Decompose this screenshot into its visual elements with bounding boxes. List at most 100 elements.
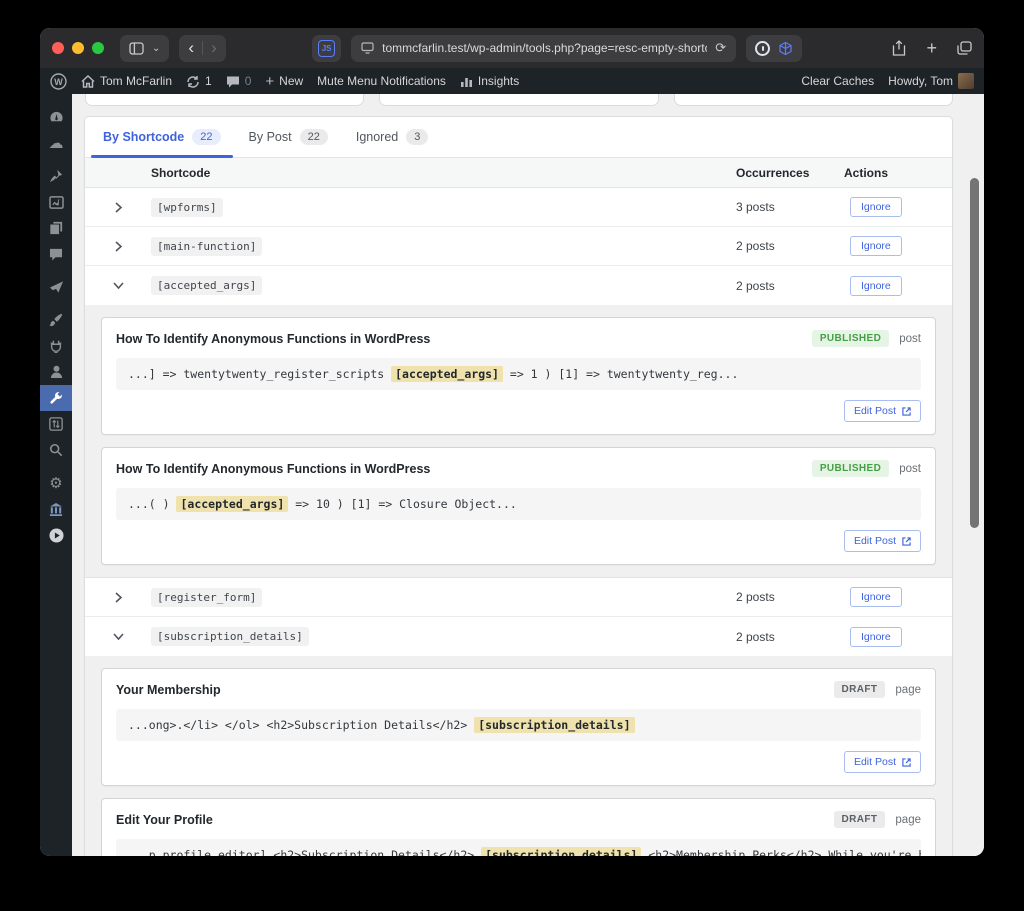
occurrences-value: 2 posts [736,278,775,293]
onepassword-icon[interactable] [755,40,771,56]
wp-logo-icon[interactable]: W [50,72,67,90]
sidebar-item-jetpack[interactable]: ☁ [40,130,72,156]
post-title: Your Membership [116,682,221,697]
chevron-right-icon[interactable] [114,201,123,213]
minimize-button[interactable] [72,42,84,54]
zoom-button[interactable] [92,42,104,54]
new-content-menu-item[interactable]: + New [265,73,303,90]
ignore-button[interactable]: Ignore [850,626,902,647]
sidebar-toggle-icon[interactable] [129,41,144,55]
js-extension-button[interactable]: JS [312,34,342,62]
dashboard-gauge-icon [49,111,63,121]
sidebar-item-users[interactable] [40,359,72,385]
sidebar-item-posts[interactable] [40,163,72,189]
divider [202,41,204,55]
sidebar-item-videopress[interactable] [40,522,72,548]
sidebar-item-plugins[interactable] [40,333,72,359]
chevron-right-icon[interactable] [114,240,123,252]
home-icon [81,74,95,88]
code-match-highlight: [accepted_args] [391,366,503,382]
tab-label: By Post [248,130,292,144]
post-title: How To Identify Anonymous Functions in W… [116,331,431,346]
table-row: [accepted_args] 2 posts Ignore [85,266,952,305]
cube-extension-icon[interactable] [778,41,793,56]
ignore-button[interactable]: Ignore [850,236,902,256]
post-type-label: post [899,332,921,345]
table-header: Shortcode Occurrences Actions [85,158,952,188]
sidebar-item-media[interactable] [40,189,72,215]
sidebar-item-comments[interactable] [40,241,72,267]
tab-count-badge: 3 [406,129,429,145]
external-link-icon [902,536,911,546]
column-header-occurrences: Occurrences [736,165,810,180]
occurrences-value: 3 posts [736,200,775,214]
page-settings-icon[interactable] [361,42,374,54]
post-type-label: page [895,813,921,826]
search-icon [49,443,63,457]
sidebar-item-deploy[interactable]: ⚙ [40,470,72,496]
shortcode-chip: [register_form] [151,587,263,607]
share-icon[interactable] [892,40,906,56]
edit-post-label: Edit Post [853,535,896,547]
stat-boxes-row [85,94,953,106]
shortcode-chip: [main-function] [151,236,263,256]
tab-label: By Shortcode [103,130,185,144]
updates-menu-item[interactable]: 1 [186,74,212,88]
sidebar-toggle-group[interactable]: ⌄ [120,34,170,62]
chevron-down-icon[interactable] [112,632,124,641]
avatar [958,73,974,89]
sidebar-item-tools[interactable] [40,385,76,411]
address-bar[interactable]: tommcfarlin.test/wp-admin/tools.php?page… [351,34,737,62]
site-menu-item[interactable]: Tom McFarlin [81,74,172,88]
tab-count-badge: 22 [192,129,221,145]
tab-by-shortcode[interactable]: By Shortcode 22 [89,117,235,158]
js-extension-icon[interactable]: JS [318,39,336,57]
play-circle-icon [48,527,64,543]
plugin-icon [50,340,62,353]
ignore-button[interactable]: Ignore [850,275,902,296]
sidebar-item-feedback[interactable] [40,274,72,300]
forward-button[interactable]: › [211,38,217,58]
post-card: Your Membership DRAFT page ...ong>.</li>… [101,668,936,786]
tab-by-post[interactable]: By Post 22 [235,117,342,157]
back-button[interactable]: ‹ [188,38,194,58]
tab-ignored[interactable]: Ignored 3 [342,117,443,157]
new-tab-icon[interactable]: + [926,38,937,59]
close-button[interactable] [52,42,64,54]
sidebar-item-dashboard[interactable] [40,104,72,130]
ignore-button[interactable]: Ignore [850,197,902,217]
sidebar-item-structure[interactable] [40,496,72,522]
chevron-down-icon[interactable]: ⌄ [152,43,160,54]
comments-count: 0 [244,74,252,88]
post-title: How To Identify Anonymous Functions in W… [116,461,431,476]
reload-button[interactable]: ⟳ [715,40,726,56]
chevron-right-icon[interactable] [114,591,123,603]
window-controls [52,42,104,54]
extensions-group [746,34,803,62]
insights-label: Insights [477,74,520,88]
insights-menu-item[interactable]: Insights [460,74,519,88]
edit-post-button[interactable]: Edit Post [843,400,921,422]
clear-caches-menu-item[interactable]: Clear Caches [801,74,874,88]
edit-post-label: Edit Post [853,756,896,768]
edit-post-button[interactable]: Edit Post [843,530,921,552]
sidebar-item-pages[interactable] [40,215,72,241]
my-account-menu-item[interactable]: Howdy, Tom [888,73,974,89]
sidebar-item-search[interactable] [40,437,72,463]
chevron-down-icon[interactable] [112,281,124,290]
browser-window: ⌄ ‹ › JS tommcfarlin.test/wp-admin/tools… [40,28,984,856]
sidebar-item-settings[interactable] [40,411,72,437]
sidebar-item-appearance[interactable] [40,307,72,333]
plus-icon: + [265,72,275,90]
edit-post-button[interactable]: Edit Post [843,751,921,773]
comments-menu-item[interactable]: 0 [226,74,252,88]
mute-notifications-menu-item[interactable]: Mute Menu Notifications [317,74,446,88]
building-icon [49,502,63,516]
ignore-button[interactable]: Ignore [850,587,902,607]
url-text[interactable]: tommcfarlin.test/wp-admin/tools.php?page… [382,41,707,55]
scrollbar-thumb[interactable] [970,178,979,528]
tab-overview-icon[interactable] [957,41,972,55]
table-row: [main-function] 2 posts Ignore [85,227,952,266]
tab-bar: By Shortcode 22 By Post 22 Ignored 3 [85,117,952,158]
table-row: [register_form] 2 posts Ignore [85,578,952,617]
